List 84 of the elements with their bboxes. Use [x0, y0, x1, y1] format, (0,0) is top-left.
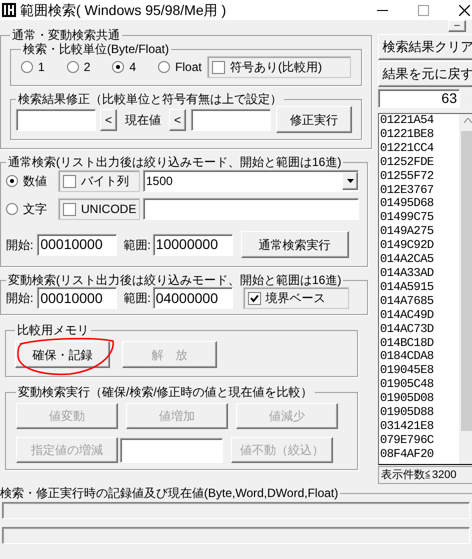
list-item[interactable]: 01495D68	[380, 197, 460, 212]
list-item[interactable]: 014BC18D	[380, 336, 460, 350]
dropdown[interactable]: 1500	[143, 170, 359, 192]
list-item[interactable]: 0149C92D	[380, 239, 460, 254]
button[interactable]: 通常検索実行	[240, 231, 349, 258]
input-field[interactable]: 04000000	[152, 287, 233, 309]
group-title: 変動検索(リスト出力後は絞り込みモード、開始と範囲は16進)	[7, 273, 342, 287]
list-item[interactable]: 01255F72	[380, 170, 460, 184]
radio-button[interactable]	[112, 61, 124, 73]
scroll-up-icon[interactable]	[464, 118, 472, 123]
window-title: 範囲検索( Windows 95/98/Me用 )	[20, 0, 226, 20]
field-label: 範囲:	[123, 236, 151, 254]
button[interactable]: 結果を元に戻す	[378, 61, 472, 87]
radio-button[interactable]	[21, 61, 33, 73]
list-item[interactable]: 01499C75	[380, 211, 460, 226]
radio-label: 文字	[23, 201, 47, 218]
group-title: 比較用メモリ	[16, 323, 90, 337]
list-item[interactable]: 014A7685	[380, 294, 460, 309]
field-label: 範囲:	[123, 290, 151, 307]
list-item[interactable]: 031421E8	[380, 420, 460, 434]
radio-button[interactable]	[6, 175, 18, 187]
checkbox[interactable]	[248, 292, 261, 304]
limit-label: 表示件数≦3200	[378, 466, 472, 484]
button[interactable]: 修正実行	[276, 106, 352, 133]
radio-button[interactable]	[6, 203, 18, 215]
list-item[interactable]: 012E3767	[380, 184, 460, 198]
count-field: 63	[378, 89, 460, 108]
input-field[interactable]	[143, 198, 359, 220]
input-field[interactable]: 00010000	[37, 234, 118, 256]
radio-label: 2	[84, 59, 90, 76]
scrollbar-thumb[interactable]	[461, 131, 472, 431]
button[interactable]: <	[100, 108, 117, 130]
checkbox-label: UNICODE	[81, 201, 136, 218]
list-item[interactable]: 014A2CA5	[380, 253, 460, 267]
field-label: 現在値	[125, 112, 161, 128]
radio-label: 数値	[23, 173, 47, 190]
list-item[interactable]: 079E796C	[380, 434, 460, 448]
group-title: 検索結果修正（比較単位と符号有無は上で設定）	[17, 92, 283, 106]
group-title: 通常・変動検索共通	[11, 28, 121, 42]
radio-button[interactable]	[66, 61, 79, 73]
list-item[interactable]: 014A5915	[380, 280, 460, 295]
checkbox-label: 符号あり(比較用)	[230, 59, 322, 76]
list-item[interactable]: 01221CC4	[380, 142, 460, 156]
checkbox[interactable]	[63, 202, 76, 216]
input-field[interactable]	[191, 108, 271, 130]
checkbox[interactable]	[212, 60, 225, 74]
button[interactable]: –	[448, 20, 466, 32]
group-title: 変動検索実行（確保/検索/修正時の値と現在値を比較）	[17, 385, 314, 399]
maximize-icon[interactable]	[418, 4, 429, 16]
list-item[interactable]: 01905C48	[380, 378, 460, 392]
list-item[interactable]: 014AC73D	[380, 322, 460, 336]
radio-label: Float	[175, 59, 202, 76]
group-title: 通常検索(リスト出力後は絞り込みモード、開始と範囲は16進)	[7, 155, 342, 169]
result-list[interactable]	[378, 113, 472, 465]
list-item[interactable]: 014AC49D	[380, 308, 460, 323]
list-item[interactable]: 019045E8	[380, 364, 460, 378]
input-field[interactable]: 00010000	[37, 287, 118, 309]
checkbox-label: バイト列	[81, 173, 129, 190]
list-item[interactable]: 0149A275	[380, 225, 460, 240]
input-field[interactable]	[120, 438, 223, 462]
list-item[interactable]: 01221A54	[380, 114, 460, 128]
list-item[interactable]: 01905D08	[380, 392, 460, 406]
checkbox-label: 境界ベース	[266, 290, 326, 307]
radio-label: 1	[38, 59, 45, 76]
button[interactable]: <	[169, 108, 186, 130]
field-label: 開始:	[6, 236, 34, 254]
list-item[interactable]: 014A33AD	[380, 266, 460, 281]
list-item[interactable]: 08F4AF20	[380, 448, 460, 462]
radio-button[interactable]	[158, 61, 170, 73]
input-field[interactable]: 10000000	[152, 234, 233, 256]
list-item[interactable]: 01905D88	[380, 406, 460, 420]
button[interactable]: 検索結果クリア	[378, 34, 472, 60]
button[interactable]: 確保・記録	[15, 341, 110, 368]
input-field[interactable]	[16, 108, 96, 130]
list-item[interactable]: 01252FDE	[380, 156, 460, 170]
radio-label: 4	[129, 59, 136, 76]
checkbox[interactable]	[63, 174, 76, 188]
field-label: 開始:	[6, 290, 34, 307]
group-title: 検索・比較単位(Byte/Float)	[22, 42, 170, 56]
list-item[interactable]: 01221BE8	[380, 128, 460, 142]
scrollbar[interactable]	[459, 114, 472, 464]
list-item[interactable]: 0184CDA8	[380, 350, 460, 364]
group-title: 検索・修正実行時の記録値及び現在値(Byte,Word,DWord,Float)	[0, 486, 340, 500]
close-icon[interactable]	[459, 4, 470, 16]
